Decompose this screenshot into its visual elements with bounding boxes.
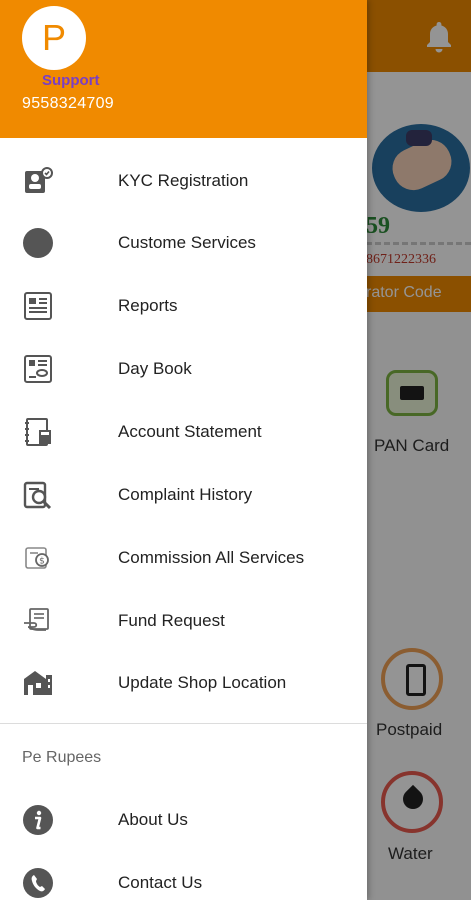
- info-icon: [23, 805, 53, 835]
- phone-icon: [23, 868, 53, 898]
- kyc-id-icon: [25, 167, 53, 193]
- menu-item-custome-services[interactable]: Custome Services: [0, 212, 367, 274]
- menu-item-kyc-registration[interactable]: KYC Registration: [0, 150, 367, 212]
- menu-item-label: Account Statement: [118, 422, 262, 441]
- menu-item-commission-all-services[interactable]: $ Commission All Services: [0, 527, 367, 589]
- menu-item-label: Commission All Services: [118, 548, 305, 567]
- menu-item-contact-us[interactable]: Contact Us: [0, 852, 367, 900]
- menu-item-update-shop-location[interactable]: Update Shop Location: [0, 652, 367, 714]
- statement-icon: [25, 418, 51, 446]
- menu-item-account-statement[interactable]: Account Statement: [0, 401, 367, 463]
- menu-item-about-us[interactable]: About Us: [0, 789, 367, 851]
- user-phone: 9558324709: [22, 95, 114, 112]
- menu-item-fund-request[interactable]: Fund Request: [0, 590, 367, 652]
- menu-item-day-book[interactable]: Day Book: [0, 338, 367, 400]
- report-icon: [24, 292, 52, 320]
- section-title: Pe Rupees: [22, 749, 102, 766]
- menu-item-label: Custome Services: [118, 233, 256, 252]
- menu-divider: [0, 723, 367, 724]
- circle-icon: [23, 228, 53, 258]
- complaint-icon: [23, 481, 52, 510]
- user-name: Support: [42, 72, 100, 89]
- menu-item-label: About Us: [118, 810, 188, 829]
- menu-item-label: Fund Request: [118, 611, 225, 630]
- svg-text:$: $: [39, 557, 45, 567]
- menu-item-label: KYC Registration: [118, 171, 249, 190]
- menu-item-label: Contact Us: [118, 873, 203, 892]
- menu-item-label: Day Book: [118, 359, 192, 378]
- menu-item-label: Update Shop Location: [118, 673, 287, 692]
- commission-icon: $: [25, 547, 49, 569]
- fund-request-icon: [24, 608, 49, 631]
- shop-location-icon: [24, 671, 52, 695]
- menu-item-complaint-history[interactable]: Complaint History: [0, 464, 367, 526]
- menu-item-reports[interactable]: Reports: [0, 275, 367, 337]
- menu-item-label: Complaint History: [118, 485, 253, 504]
- menu-item-label: Reports: [118, 296, 178, 315]
- navigation-drawer: P Support 9558324709 KYC Registration Cu…: [0, 0, 367, 900]
- day-book-icon: [24, 355, 52, 383]
- avatar[interactable]: P: [22, 6, 86, 70]
- drawer-header: P Support 9558324709: [0, 0, 367, 138]
